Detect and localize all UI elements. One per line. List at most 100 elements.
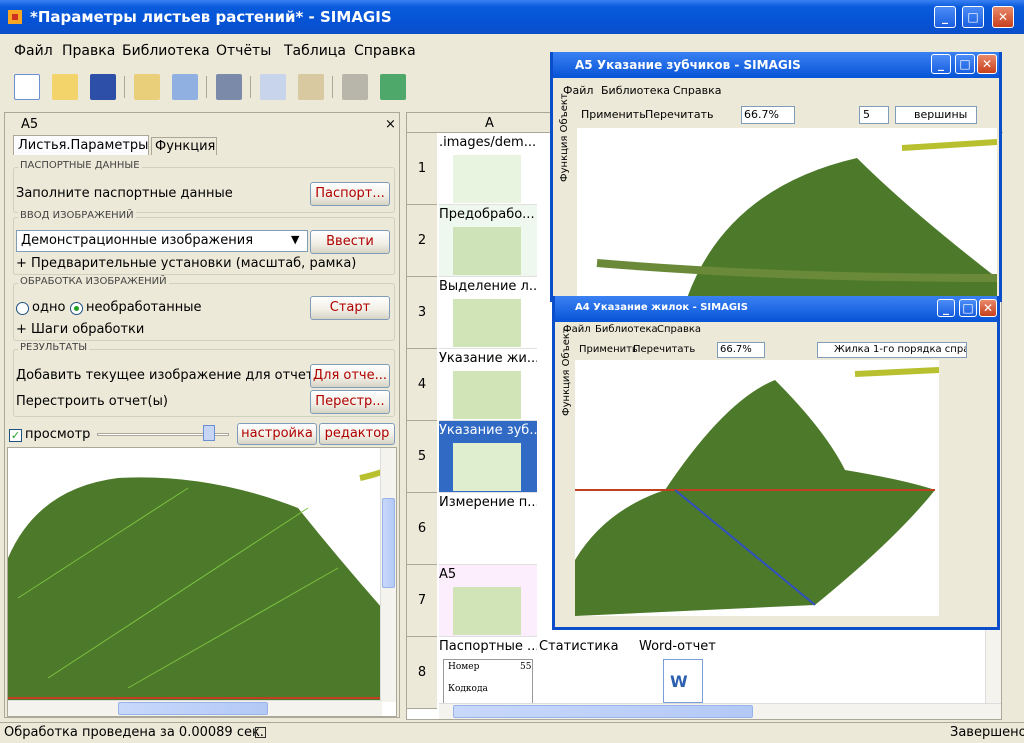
status-text: Обработка проведена за 0.00089 сек. <box>4 725 264 740</box>
column-header-a[interactable]: A <box>485 116 494 131</box>
add-to-report-button[interactable]: Для отче... <box>310 364 390 388</box>
veins-image[interactable] <box>575 360 939 616</box>
menu-help[interactable]: Справка <box>354 43 416 59</box>
input-group: ВВОД ИЗОБРАЖЕНИЙ Демонстрационные изобра… <box>13 210 395 275</box>
export-icon[interactable] <box>172 74 198 100</box>
leaf-teeth-image <box>596 139 997 298</box>
copy-icon[interactable] <box>260 74 286 100</box>
minimize-button[interactable]: _ <box>931 54 951 74</box>
panel-header: A5 <box>21 117 39 132</box>
apply-button[interactable]: Применить <box>579 344 638 355</box>
scanner-icon[interactable] <box>216 74 242 100</box>
vein-mode-select[interactable]: Жилка 1-го порядка справа <box>817 342 967 358</box>
status-checkbox[interactable] <box>255 727 266 738</box>
refresh-icon[interactable] <box>380 74 406 100</box>
radio-unprocessed[interactable] <box>70 302 83 315</box>
table-cell[interactable]: Паспортные ... Номер 55 Кодкода <box>439 637 537 709</box>
row-header-3[interactable]: 3 <box>407 277 437 349</box>
preview-scrollbar-h[interactable] <box>8 700 382 716</box>
row-header-1[interactable]: 1 <box>407 133 437 205</box>
menu-edit[interactable]: Правка <box>62 43 115 59</box>
maximize-button[interactable]: □ <box>955 54 975 74</box>
table-scrollbar-h[interactable] <box>439 703 1001 719</box>
menu-help[interactable]: Справка <box>673 84 721 97</box>
row-header-7[interactable]: 7 <box>407 565 437 637</box>
side-tabs[interactable]: Функция Объект <box>559 93 570 182</box>
image-source-select[interactable]: Демонстрационные изображения ▼ <box>16 230 308 252</box>
close-button[interactable]: ✕ <box>992 6 1014 28</box>
paste-icon[interactable] <box>298 74 324 100</box>
menu-help[interactable]: Справка <box>657 324 701 335</box>
reread-button[interactable]: Перечитать <box>633 344 695 355</box>
save-icon[interactable] <box>90 74 116 100</box>
close-button[interactable]: ✕ <box>979 299 997 317</box>
word-report-cell[interactable]: Word-отчет <box>639 639 716 654</box>
panel-close-icon[interactable]: × <box>385 117 396 132</box>
delete-icon[interactable] <box>342 74 368 100</box>
table-cell[interactable]: Указание жи... <box>439 349 537 421</box>
app-icon <box>8 10 22 24</box>
count-stepper[interactable]: 5 <box>859 106 889 124</box>
processing-group: ОБРАБОТКА ИЗОБРАЖЕНИЙ одно необработанны… <box>13 276 395 341</box>
close-button[interactable]: ✕ <box>977 54 997 74</box>
open-icon[interactable] <box>52 74 78 100</box>
import-icon[interactable] <box>134 74 160 100</box>
row-header-4[interactable]: 4 <box>407 349 437 421</box>
menu-file[interactable]: Файл <box>14 43 53 59</box>
table-cell[interactable]: Измерение п... <box>439 493 537 565</box>
table-cell[interactable]: Выделение л... <box>439 277 537 349</box>
word-document-icon[interactable]: W <box>663 659 703 703</box>
table-cell[interactable]: .images/dem... <box>439 133 537 205</box>
rebuild-report-button[interactable]: Перестр... <box>310 390 390 414</box>
status-bar: Обработка проведена за 0.00089 сек. Заве… <box>0 722 1024 743</box>
preview-scrollbar-v[interactable] <box>380 448 396 702</box>
tab-function[interactable]: Функция <box>151 137 217 155</box>
menu-reports[interactable]: Отчёты <box>216 43 271 59</box>
settings-button[interactable]: настройка <box>237 423 317 445</box>
preview-checkbox[interactable]: ✓ <box>9 429 22 442</box>
input-button[interactable]: Ввести <box>310 230 390 254</box>
row-header-2[interactable]: 2 <box>407 205 437 277</box>
zoom-select[interactable]: 66.7% <box>741 106 795 124</box>
presets-expander[interactable]: + Предварительные установки (масштаб, ра… <box>16 256 356 271</box>
slider-handle[interactable] <box>203 425 215 441</box>
status-complete: Завершено <box>950 725 1024 740</box>
apply-button[interactable]: Применить <box>581 108 646 121</box>
mode-select[interactable]: вершины <box>895 106 977 124</box>
function-panel: A5 × Листья.Параметры Функция ПАСПОРТНЫЕ… <box>4 112 400 718</box>
editor-button[interactable]: редактор <box>319 423 395 445</box>
passport-group: ПАСПОРТНЫЕ ДАННЫЕ Заполните паспортные д… <box>13 160 395 213</box>
maximize-button[interactable]: □ <box>962 6 984 28</box>
window-veins[interactable]: A4 Указание жилок - SIMAGIS _ □ ✕ Файл Б… <box>552 296 1000 630</box>
table-cell-selected[interactable]: Указание зуб... <box>439 421 537 493</box>
window-teeth-title: A5 Указание зубчиков - SIMAGIS <box>575 58 801 72</box>
reread-button[interactable]: Перечитать <box>645 108 713 121</box>
table-cell[interactable]: A5 <box>439 565 537 637</box>
menu-library[interactable]: Библиотека <box>122 43 210 59</box>
menu-table[interactable]: Таблица <box>284 43 346 59</box>
passport-button[interactable]: Паспорт... <box>310 182 390 206</box>
minimize-button[interactable]: _ <box>934 6 956 28</box>
radio-single[interactable] <box>16 302 29 315</box>
teeth-image[interactable] <box>577 128 997 298</box>
leaf-preview-image <box>8 469 383 702</box>
preview-image[interactable] <box>7 447 397 717</box>
steps-expander[interactable]: + Шаги обработки <box>16 322 144 337</box>
menu-library[interactable]: Библиотека <box>595 324 658 335</box>
table-cell[interactable]: Предобрабо... <box>439 205 537 277</box>
tab-parameters[interactable]: Листья.Параметры <box>13 135 149 155</box>
window-title: *Параметры листьев растений* - SIMAGIS <box>30 8 392 26</box>
side-tabs[interactable]: Функция Объект <box>561 327 572 416</box>
start-button[interactable]: Старт <box>310 296 390 320</box>
statistics-cell[interactable]: Статистика <box>539 639 619 654</box>
zoom-select[interactable]: 66.7% <box>717 342 765 358</box>
maximize-button[interactable]: □ <box>959 299 977 317</box>
row-header-6[interactable]: 6 <box>407 493 437 565</box>
menu-library[interactable]: Библиотека <box>601 84 670 97</box>
row-header-5[interactable]: 5 <box>407 421 437 493</box>
minimize-button[interactable]: _ <box>937 299 955 317</box>
new-table-icon[interactable] <box>14 74 40 100</box>
chevron-down-icon: ▼ <box>291 233 300 246</box>
row-header-8[interactable]: 8 <box>407 637 437 709</box>
window-teeth[interactable]: A5 Указание зубчиков - SIMAGIS _ □ ✕ Фай… <box>550 52 1002 302</box>
